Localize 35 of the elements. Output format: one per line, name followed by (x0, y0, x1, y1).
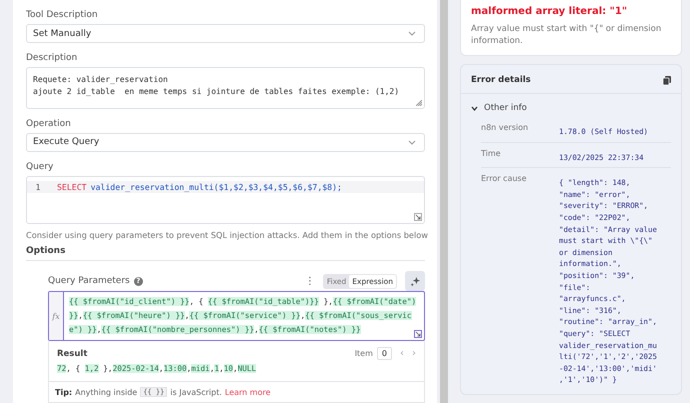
query-editor[interactable]: 1 SELECT valider_reservation_multi($1,$2,$3,$4,$5,$6,$7,$8); (26, 176, 425, 224)
tip-label: Tip: (55, 388, 72, 396)
detail-key: n8n version (481, 123, 559, 138)
item-label: Item (354, 349, 373, 358)
chevron-down-icon (408, 140, 416, 145)
detail-key: Time (481, 148, 559, 164)
copy-icon[interactable] (663, 76, 671, 84)
field-label: Operation (26, 118, 72, 129)
section-label[interactable]: Other info (484, 103, 527, 113)
expand-icon[interactable] (414, 330, 422, 338)
operation-select[interactable]: Execute Query (26, 132, 425, 152)
error-title: malformed array literal: "1" (471, 6, 628, 17)
description-field[interactable]: Requete: valider_reservation ajoute 2 id_table en meme temps si jointure de tables faites exemple: (1,2) (26, 67, 425, 109)
item-field[interactable]: 0 (376, 347, 392, 360)
expand-icon[interactable] (414, 213, 422, 221)
tip-text: Anything inside (75, 388, 138, 396)
chevron-down-icon (408, 31, 416, 36)
field-label: Description (26, 53, 78, 64)
resize-grip-icon[interactable] (416, 100, 422, 106)
panel-title: Error details (471, 75, 531, 85)
tool-description-select[interactable]: Set Manually (26, 24, 425, 44)
section-heading: Options (26, 246, 425, 261)
field-label: Query Parameters (48, 276, 130, 286)
more-options-icon[interactable]: ⋮ (304, 276, 315, 286)
detail-key: Error cause (481, 174, 559, 386)
learn-more-link[interactable]: Learn more (224, 388, 270, 396)
field-label: Query (26, 162, 54, 172)
error-message: Array value must start with "{" or dimension information. (471, 23, 662, 47)
result-label: Result (57, 348, 88, 358)
tip-text: is JavaScript. (170, 388, 222, 396)
chevron-icon[interactable] (471, 106, 478, 110)
field-label: Tool Description (26, 10, 99, 20)
sparkle-icon (410, 276, 420, 286)
ai-assist-button[interactable] (405, 271, 425, 291)
hint-text: Consider using query parameters to prevent SQL injection attacks. Add them in the options below (26, 230, 425, 240)
